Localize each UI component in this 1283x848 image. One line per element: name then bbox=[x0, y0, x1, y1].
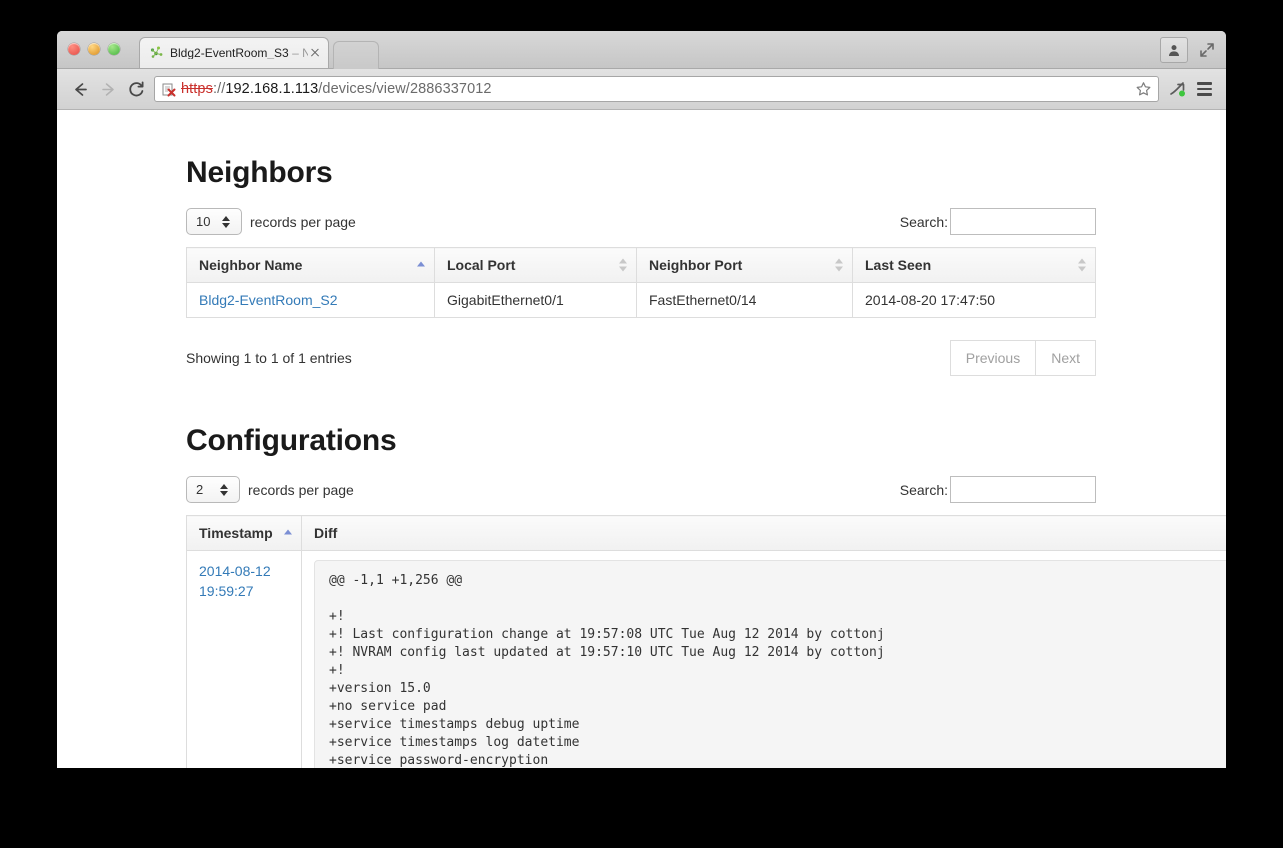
neighbors-header-row: Neighbor Name Local Port Neighbor Port L… bbox=[186, 247, 1096, 283]
neighbors-search-control: Search: bbox=[900, 208, 1096, 235]
column-label: Last Seen bbox=[865, 257, 932, 273]
column-header-local-port[interactable]: Local Port bbox=[434, 247, 637, 283]
window-traffic-lights bbox=[68, 43, 120, 55]
forward-arrow-icon[interactable] bbox=[94, 75, 122, 103]
configurations-search-control: Search: bbox=[900, 476, 1096, 503]
cell-local-port: GigabitEthernet0/1 bbox=[434, 282, 637, 318]
cell-neighbor-port: FastEthernet0/14 bbox=[636, 282, 853, 318]
menu-line bbox=[1196, 93, 1212, 96]
new-tab-button[interactable] bbox=[333, 41, 379, 69]
neighbor-name-link[interactable]: Bldg2-EventRoom_S2 bbox=[199, 292, 338, 308]
menu-line bbox=[1196, 82, 1212, 85]
close-window-button[interactable] bbox=[68, 43, 80, 55]
reload-icon[interactable] bbox=[122, 75, 150, 103]
zoom-window-button[interactable] bbox=[108, 43, 120, 55]
configurations-table-controls: 2 records per page Search: bbox=[186, 476, 1096, 503]
column-header-last-seen[interactable]: Last Seen bbox=[852, 247, 1096, 283]
column-header-timestamp[interactable]: Timestamp bbox=[186, 515, 302, 551]
address-bar-url: https://192.168.1.113/devices/view/28863… bbox=[181, 81, 492, 97]
address-bar[interactable]: https://192.168.1.113/devices/view/28863… bbox=[154, 76, 1159, 102]
column-header-diff[interactable]: Diff bbox=[301, 515, 1226, 551]
config-timestamp-link[interactable]: 2014-08-12 19:59:27 bbox=[199, 563, 271, 599]
content-container: Neighbors 10 records per page Search: Ne… bbox=[186, 156, 1226, 768]
sort-icon bbox=[1078, 258, 1086, 272]
cell-diff: @@ -1,1 +1,256 @@ +! +! Last configurati… bbox=[301, 550, 1226, 768]
configurations-table-head: Timestamp Diff bbox=[186, 515, 1226, 551]
fullscreen-icon[interactable] bbox=[1197, 40, 1217, 60]
configurations-header-row: Timestamp Diff bbox=[186, 515, 1226, 551]
browser-window: Bldg2-EventRoom_S3 – Ne bbox=[57, 31, 1226, 768]
neighbors-search-label: Search: bbox=[899, 213, 948, 230]
timestamp-time: 19:59:27 bbox=[199, 583, 254, 600]
neighbors-table-head: Neighbor Name Local Port Neighbor Port L… bbox=[186, 247, 1096, 283]
configurations-records-per-page-value: 2 bbox=[196, 482, 204, 497]
stepper-arrows-icon bbox=[222, 215, 231, 228]
neighbors-table-footer: Showing 1 to 1 of 1 entries Previous Nex… bbox=[186, 340, 1096, 376]
sort-ascending-icon bbox=[284, 529, 292, 535]
back-arrow-icon[interactable] bbox=[66, 75, 94, 103]
page-content: Neighbors 10 records per page Search: Ne… bbox=[57, 110, 1226, 768]
browser-titlebar: Bldg2-EventRoom_S3 – Ne bbox=[57, 31, 1226, 69]
neighbors-records-per-page-value: 10 bbox=[196, 214, 211, 229]
configurations-search-label: Search: bbox=[899, 481, 948, 498]
configurations-table-body: 2014-08-12 19:59:27 @@ -1,1 +1,256 @@ +! … bbox=[186, 550, 1226, 768]
table-row: Bldg2-EventRoom_S2 GigabitEthernet0/1 Fa… bbox=[186, 282, 1096, 318]
config-diff-text: @@ -1,1 +1,256 @@ +! +! Last configurati… bbox=[314, 560, 1226, 768]
page-viewport: Neighbors 10 records per page Search: Ne… bbox=[57, 110, 1226, 768]
neighbors-entries-info: Showing 1 to 1 of 1 entries bbox=[186, 350, 352, 366]
neighbors-length-label: records per page bbox=[250, 213, 356, 230]
column-label: Timestamp bbox=[199, 525, 273, 541]
close-icon[interactable] bbox=[308, 46, 322, 60]
previous-page-button[interactable]: Previous bbox=[949, 340, 1037, 376]
browser-tab-title: Bldg2-EventRoom_S3 – Ne bbox=[170, 47, 308, 59]
configurations-search-input[interactable] bbox=[950, 476, 1096, 503]
configurations-table: Timestamp Diff 2014-08-12 19:59:27 @@ -1… bbox=[186, 515, 1226, 768]
titlebar-right-controls bbox=[1160, 37, 1217, 63]
cell-timestamp: 2014-08-12 19:59:27 bbox=[186, 550, 302, 768]
cell-last-seen: 2014-08-20 17:47:50 bbox=[852, 282, 1096, 318]
sort-ascending-icon bbox=[417, 261, 425, 267]
bookmark-star-icon[interactable] bbox=[1132, 78, 1154, 100]
table-row: 2014-08-12 19:59:27 @@ -1,1 +1,256 @@ +! … bbox=[186, 550, 1226, 768]
configurations-length-control: 2 records per page bbox=[186, 476, 354, 503]
page-title-neighbors: Neighbors bbox=[186, 156, 333, 189]
column-label: Neighbor Name bbox=[199, 257, 303, 273]
sort-icon bbox=[619, 258, 627, 272]
timestamp-date: 2014-08-12 bbox=[199, 563, 271, 579]
neighbors-search-input[interactable] bbox=[950, 208, 1096, 235]
next-page-button[interactable]: Next bbox=[1035, 340, 1096, 376]
neighbors-pagination: Previous Next bbox=[949, 340, 1096, 376]
browser-toolbar: https://192.168.1.113/devices/view/28863… bbox=[57, 69, 1226, 110]
neighbors-table: Neighbor Name Local Port Neighbor Port L… bbox=[186, 247, 1096, 318]
user-profile-icon[interactable] bbox=[1160, 37, 1188, 63]
cell-neighbor-name: Bldg2-EventRoom_S2 bbox=[186, 282, 435, 318]
sort-icon bbox=[835, 258, 843, 272]
column-header-neighbor-port[interactable]: Neighbor Port bbox=[636, 247, 853, 283]
neighbors-length-control: 10 records per page bbox=[186, 208, 356, 235]
extension-icon[interactable] bbox=[1165, 75, 1191, 103]
configurations-length-label: records per page bbox=[248, 481, 354, 498]
column-label: Local Port bbox=[447, 257, 516, 273]
network-nodes-icon bbox=[149, 45, 165, 61]
stepper-arrows-icon bbox=[220, 483, 228, 496]
column-header-neighbor-name[interactable]: Neighbor Name bbox=[186, 247, 435, 283]
configurations-records-per-page-select[interactable]: 2 bbox=[186, 476, 240, 503]
page-title-configurations: Configurations bbox=[186, 424, 397, 457]
neighbors-table-controls: 10 records per page Search: bbox=[186, 208, 1096, 235]
browser-tab[interactable]: Bldg2-EventRoom_S3 – Ne bbox=[139, 37, 329, 68]
menu-line bbox=[1196, 87, 1212, 91]
minimize-window-button[interactable] bbox=[88, 43, 100, 55]
column-label: Neighbor Port bbox=[649, 257, 743, 273]
column-label: Diff bbox=[314, 525, 338, 541]
hamburger-menu-icon[interactable] bbox=[1191, 75, 1217, 103]
broken-certificate-icon[interactable] bbox=[162, 82, 176, 97]
neighbors-records-per-page-select[interactable]: 10 bbox=[186, 208, 242, 235]
neighbors-table-body: Bldg2-EventRoom_S2 GigabitEthernet0/1 Fa… bbox=[186, 282, 1096, 318]
